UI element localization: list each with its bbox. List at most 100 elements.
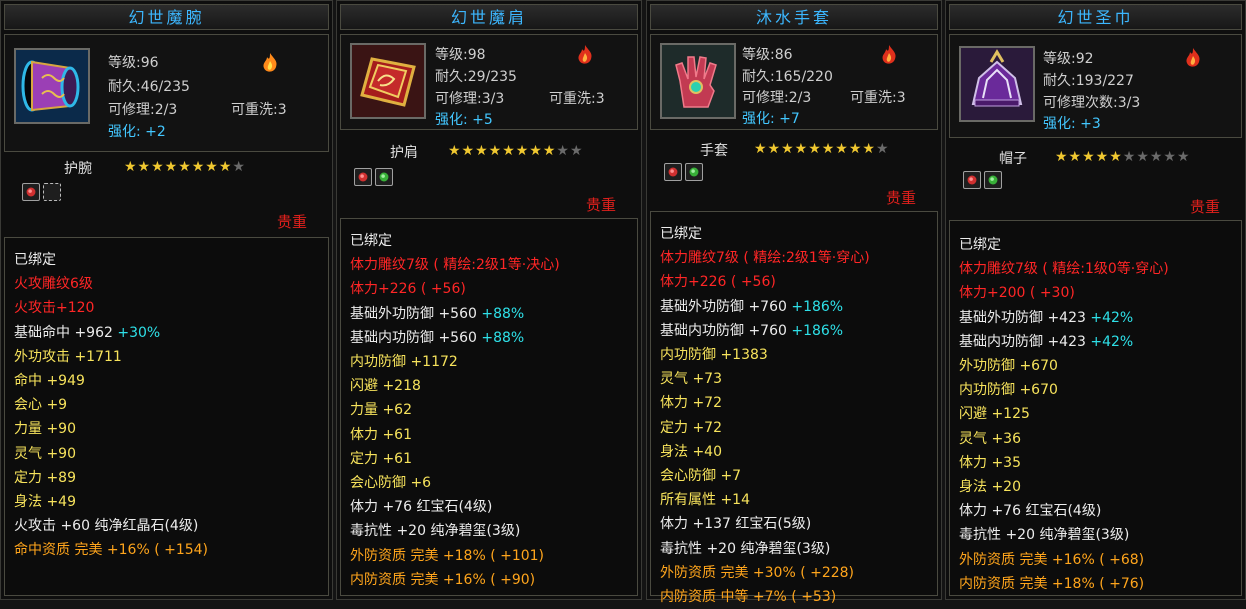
item-slot-name: 护肩 (390, 145, 418, 161)
attribute-line: 基础内功防御 +560 +88% (350, 329, 525, 346)
attribute-line: 基础外功防御 +760 +186% (660, 298, 844, 315)
item-slot-row: 护肩 ★★★★★★★★★★ 贵重 (340, 133, 638, 214)
gem-attribute-line: 体力 +76 红宝石(4级) (350, 499, 493, 516)
red-gem-icon[interactable] (664, 163, 682, 181)
attribute-line: 力量 +62 (350, 402, 412, 419)
attribute-line: 会心防御 +7 (660, 468, 742, 485)
aptitude-line: 外防资质 完美 +16% ( +68) (959, 551, 1145, 568)
item-tooltip-pauldron: 幻世魔肩 等级:98 耐久:29/235 可修理:3/3 可重洗:3 强化: +… (336, 0, 642, 600)
item-header: 等级:96 耐久:46/235 可修理:2/3 可重洗:3 强化: +2 (4, 34, 329, 152)
bound-status: 已绑定 (14, 252, 56, 268)
item-repair-count: 可修理:2/3 (108, 102, 178, 118)
rarity-label: 贵重 (276, 213, 307, 231)
attribute-line: 闪避 +218 (350, 378, 421, 395)
fire-element-icon (573, 43, 597, 67)
green-gem-icon[interactable] (375, 168, 393, 186)
fire-element-icon (258, 51, 282, 75)
attribute-line: 会心防御 +6 (350, 475, 432, 492)
attribute-line: 基础命中 +962 +30% (14, 324, 161, 341)
attribute-line: 内功防御 +1172 (350, 354, 458, 371)
attribute-line: 火攻击+120 (14, 300, 95, 317)
attribute-line: 身法 +49 (14, 494, 76, 511)
item-star-rating: ★★★★★★★★★ (124, 159, 246, 175)
gem-attribute-line: 毒抗性 +20 纯净碧玺(3级) (660, 540, 831, 557)
attribute-line: 所有属性 +14 (660, 492, 750, 509)
attribute-line: 体力雕纹7级 ( 精绘:2级1等·穿心) (660, 250, 870, 267)
attribute-line: 命中 +949 (14, 373, 85, 390)
item-slot-row: 手套 ★★★★★★★★★★ 贵重 (650, 133, 938, 213)
fire-element-icon (877, 43, 901, 67)
attribute-line: 外功防御 +670 (959, 358, 1058, 375)
pauldron-item-icon[interactable] (350, 43, 426, 119)
item-level: 等级:98 (435, 47, 486, 63)
red-gem-icon[interactable] (22, 183, 40, 201)
attribute-line: 定力 +89 (14, 469, 76, 486)
rarity-label: 贵重 (885, 189, 916, 207)
attribute-line: 身法 +40 (660, 443, 722, 460)
attribute-line: 灵气 +36 (959, 430, 1021, 447)
item-rewash-count: 可重洗:3 (231, 102, 287, 118)
attribute-line: 定力 +61 (350, 450, 412, 467)
item-attributes: 已绑定 体力雕纹7级 ( 精绘:1级0等·穿心) 体力+200 ( +30) 基… (949, 220, 1242, 596)
hat-item-icon[interactable] (959, 46, 1035, 122)
item-title: 幻世圣巾 (949, 4, 1242, 30)
attribute-line: 体力+226 ( +56) (350, 281, 466, 298)
fire-element-icon (1181, 46, 1205, 70)
item-star-rating: ★★★★★★★★★★ (754, 141, 890, 157)
gem-attribute-line: 体力 +137 红宝石(5级) (660, 516, 812, 533)
attribute-line: 定力 +72 (660, 419, 722, 436)
attribute-line: 灵气 +73 (660, 371, 722, 388)
rarity-label: 贵重 (1189, 198, 1220, 216)
attribute-line: 火攻雕纹6级 (14, 276, 93, 293)
green-gem-icon[interactable] (685, 163, 703, 181)
empty-socket-icon[interactable] (43, 183, 61, 201)
item-enhance: 强化: +3 (1043, 116, 1101, 132)
bound-status: 已绑定 (959, 237, 1001, 253)
item-tooltip-glove: 沐水手套 等级:86 耐久:165/220 可修理:2/3 可重洗:3 强化: … (646, 0, 942, 605)
bound-status: 已绑定 (660, 226, 702, 242)
attribute-line: 身法 +20 (959, 479, 1021, 496)
gem-sockets (664, 163, 703, 181)
attribute-line: 体力雕纹7级 ( 精绘:1级0等·穿心) (959, 261, 1169, 278)
attribute-line: 力量 +90 (14, 421, 76, 438)
aptitude-line: 内防资质 完美 +16% ( +90) (350, 571, 536, 588)
gem-attribute-line: 体力 +76 红宝石(4级) (959, 503, 1102, 520)
aptitude-line: 内防资质 中等 +7% ( +53) (660, 589, 837, 606)
bracer-item-icon[interactable] (14, 48, 90, 124)
gem-attribute-line: 毒抗性 +20 纯净碧玺(3级) (350, 523, 521, 540)
aptitude-line: 外防资质 完美 +30% ( +228) (660, 564, 855, 581)
item-enhance: 强化: +7 (742, 111, 800, 127)
item-enhance: 强化: +5 (435, 112, 493, 128)
item-header: 等级:92 耐久:193/227 可修理次数:3/3 强化: +3 (949, 34, 1242, 138)
aptitude-line: 内防资质 完美 +18% ( +76) (959, 575, 1145, 592)
gem-attribute-line: 毒抗性 +20 纯净碧玺(3级) (959, 527, 1130, 544)
attribute-line: 基础内功防御 +423 +42% (959, 333, 1134, 350)
item-enhance: 强化: +2 (108, 124, 166, 140)
attribute-line: 内功防御 +670 (959, 382, 1058, 399)
item-rewash-count: 可重洗:3 (850, 90, 906, 106)
item-level: 等级:96 (108, 55, 159, 71)
item-repair-count: 可修理次数:3/3 (1043, 95, 1141, 111)
attribute-line: 体力雕纹7级 ( 精绘:2级1等·决心) (350, 257, 560, 274)
item-attributes: 已绑定 体力雕纹7级 ( 精绘:2级1等·决心) 体力+226 ( +56) 基… (340, 218, 638, 596)
attribute-line: 体力+200 ( +30) (959, 285, 1075, 302)
item-slot-name: 护腕 (64, 161, 92, 177)
attribute-line: 体力 +72 (660, 395, 722, 412)
gem-attribute-line: 火攻击 +60 纯净红晶石(4级) (14, 518, 199, 535)
item-tooltip-hat: 幻世圣巾 等级:92 耐久:193/227 可修理次数:3/3 强化: +3 帽… (945, 0, 1246, 600)
glove-item-icon[interactable] (660, 43, 736, 119)
attribute-line: 会心 +9 (14, 397, 68, 414)
red-gem-icon[interactable] (963, 171, 981, 189)
red-gem-icon[interactable] (354, 168, 372, 186)
item-rewash-count: 可重洗:3 (549, 91, 605, 107)
item-durability: 耐久:165/220 (742, 69, 833, 85)
item-repair-count: 可修理:3/3 (435, 91, 505, 107)
item-level: 等级:86 (742, 47, 793, 63)
green-gem-icon[interactable] (984, 171, 1002, 189)
attribute-line: 体力 +35 (959, 454, 1021, 471)
item-star-rating: ★★★★★★★★★★ (448, 143, 584, 159)
item-level: 等级:92 (1043, 51, 1094, 67)
attribute-line: 灵气 +90 (14, 445, 76, 462)
item-slot-name: 手套 (700, 143, 728, 159)
attribute-line: 基础外功防御 +423 +42% (959, 309, 1134, 326)
